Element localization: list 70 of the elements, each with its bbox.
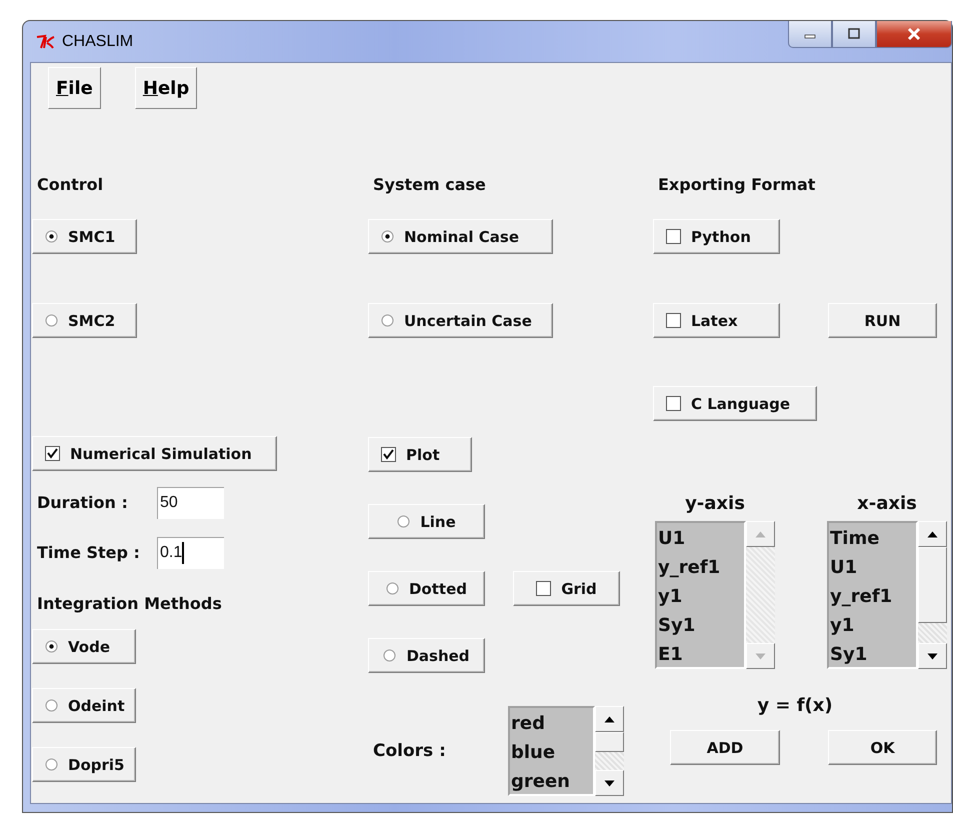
- list-item[interactable]: Sy1: [658, 611, 744, 640]
- scroll-up-button[interactable]: [918, 521, 947, 547]
- list-item[interactable]: y_ref1: [658, 553, 744, 582]
- radio-button[interactable]: SMC1: [32, 219, 137, 254]
- section-label: Integration Methods: [36, 595, 222, 613]
- scroll-down-button[interactable]: [918, 643, 947, 669]
- close-icon: [906, 27, 922, 41]
- input-field[interactable]: 50: [157, 486, 224, 518]
- checkbox[interactable]: Latex: [653, 303, 780, 338]
- run-button[interactable]: RUN: [828, 303, 937, 338]
- radio-button[interactable]: Line: [368, 504, 485, 539]
- radio-button[interactable]: Uncertain Case: [368, 303, 553, 338]
- list-item[interactable]: blue: [511, 738, 593, 767]
- down-arrow-icon: [927, 652, 938, 660]
- input-field[interactable]: 0.1: [157, 536, 224, 568]
- add-button[interactable]: ADD: [670, 730, 780, 765]
- checkbox[interactable]: Plot: [368, 437, 472, 472]
- list-box[interactable]: U1 y_ref1 y1 Sy1 E1: [655, 521, 746, 669]
- up-arrow-icon: [927, 530, 938, 538]
- radio-button[interactable]: Nominal Case: [368, 219, 553, 254]
- section-label: System case: [372, 176, 486, 194]
- checkbox[interactable]: C Language: [653, 386, 817, 421]
- list-item[interactable]: y1: [830, 611, 916, 640]
- field-label: Duration :: [36, 493, 129, 512]
- section-label: Control: [36, 176, 104, 194]
- list-item[interactable]: red: [511, 709, 593, 738]
- checkbox[interactable]: Python: [653, 219, 780, 254]
- close-button[interactable]: [876, 21, 952, 48]
- scroll-bar[interactable]: [918, 521, 947, 669]
- list-item[interactable]: U1: [658, 524, 744, 553]
- menu-button[interactable]: File: [48, 67, 101, 109]
- checkbox[interactable]: Grid: [513, 571, 620, 606]
- list-box[interactable]: red blue green: [508, 706, 595, 796]
- down-arrow-icon: [604, 780, 615, 786]
- menu-button[interactable]: Help: [134, 67, 198, 109]
- up-arrow-icon: [755, 530, 766, 538]
- ok-button[interactable]: OK: [828, 730, 937, 765]
- field-label: Time Step :: [36, 543, 141, 562]
- list-item[interactable]: y1: [658, 582, 744, 611]
- radio-button[interactable]: Dashed: [368, 638, 485, 673]
- feather-icon: [36, 34, 56, 50]
- formula-label: y = f(x): [756, 695, 834, 716]
- radio-button[interactable]: Dopri5: [32, 747, 136, 782]
- list-box[interactable]: Time U1 y_ref1 y1 Sy1: [827, 521, 918, 669]
- section-label: Exporting Format: [657, 176, 816, 194]
- window-title: CHASLIM: [62, 32, 134, 50]
- maximize-icon: [847, 28, 861, 40]
- down-arrow-icon: [755, 652, 766, 660]
- list-item[interactable]: U1: [830, 553, 916, 582]
- list-item[interactable]: E1: [658, 640, 744, 667]
- maximize-button[interactable]: [832, 21, 876, 48]
- scroll-up-button[interactable]: [595, 706, 624, 732]
- radio-button[interactable]: Dotted: [368, 571, 485, 606]
- list-item[interactable]: y_ref1: [830, 582, 916, 611]
- list-label: x-axis: [857, 495, 917, 516]
- radio-button[interactable]: Odeint: [32, 688, 136, 723]
- list-item[interactable]: green: [511, 767, 593, 794]
- radio-button[interactable]: Vode: [32, 629, 136, 664]
- field-label: Colors :: [372, 741, 447, 761]
- list-label: y-axis: [685, 495, 745, 516]
- list-item[interactable]: Sy1: [830, 640, 916, 667]
- scroll-down-button[interactable]: [595, 770, 624, 796]
- radio-button[interactable]: SMC2: [32, 303, 137, 338]
- list-item[interactable]: Time: [830, 524, 916, 553]
- minimize-button[interactable]: [788, 21, 832, 48]
- scroll-bar[interactable]: [595, 706, 624, 796]
- checkbox[interactable]: Numerical Simulation: [32, 436, 277, 471]
- scroll-thumb[interactable]: [918, 547, 947, 623]
- up-arrow-icon: [604, 716, 615, 722]
- scroll-thumb[interactable]: [595, 732, 624, 752]
